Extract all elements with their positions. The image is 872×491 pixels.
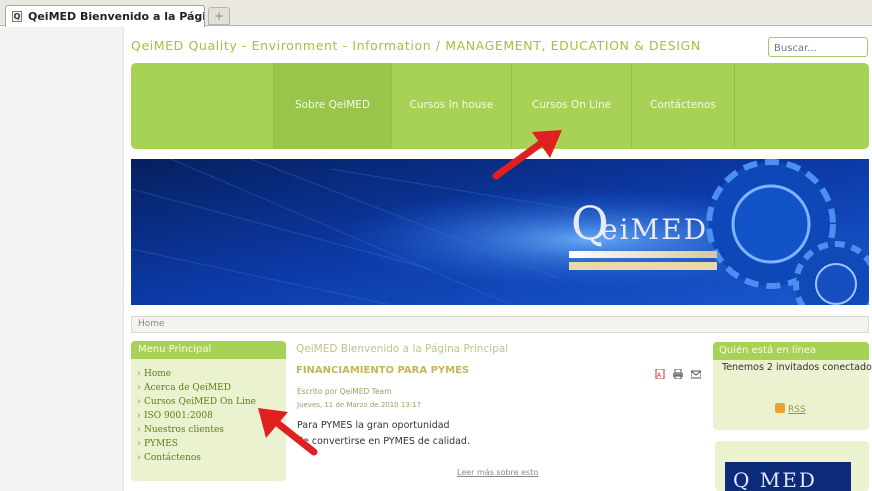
who-online-module: Quién está en línea [713,342,869,430]
nav-item-sobre-qeimed[interactable]: Sobre QeiMED [273,63,391,149]
article-title[interactable]: FINANCIAMIENTO PARA PYMES [296,365,469,376]
search-input[interactable] [768,37,868,57]
who-online-title: Quién está en línea [713,342,869,360]
rss-link[interactable]: RSS [775,403,806,415]
main-menu-title: Menu Principal [131,341,286,359]
annotation-arrow-menu [258,408,318,456]
new-tab-button[interactable]: + [208,7,230,25]
email-icon[interactable] [690,369,702,379]
nav-item-contactenos[interactable]: Contáctenos [631,63,735,149]
browser-tab[interactable]: Q QeiMED Bienvenido a la Página ... [5,5,205,27]
pdf-icon[interactable]: A [655,368,665,380]
breadcrumb[interactable]: Home [131,316,869,333]
print-icon[interactable] [673,368,684,380]
rss-icon [775,403,785,413]
read-more-link[interactable]: Leer más sobre esto [457,468,538,477]
mini-logo-text: Q MED [733,468,817,491]
banner-logo-text: eiMED [601,213,708,246]
page-heading: QeiMED Bienvenido a la Página Principal [296,343,509,355]
who-online-text: Tenemos 2 invitados conectado [722,362,872,373]
menu-item-home[interactable]: Home [131,367,286,381]
menu-item-acerca[interactable]: Acerca de QeiMED [131,381,286,395]
article-body-line-2: de convertirse en PYMES de calidad. [297,436,470,447]
article-author: Escrito por QeiMED Team [297,387,392,396]
left-gutter [0,27,124,491]
browser-tab-title: QeiMED Bienvenido a la Página ... [28,10,204,23]
article-tools: A [655,364,704,383]
site-title: QeiMED Quality - Environment - Informati… [131,38,701,53]
rss-label: RSS [788,405,806,415]
browser-tab-bar: Q QeiMED Bienvenido a la Página ... + [0,0,872,27]
favicon-icon: Q [12,11,22,22]
article-body-line-1: Para PYMES la gran oportunidad [297,420,450,431]
article-body: Para PYMES la gran oportunidad de conver… [297,418,470,450]
annotation-arrow-nav [492,130,562,180]
mini-logo-image[interactable]: Q MED [725,462,851,491]
